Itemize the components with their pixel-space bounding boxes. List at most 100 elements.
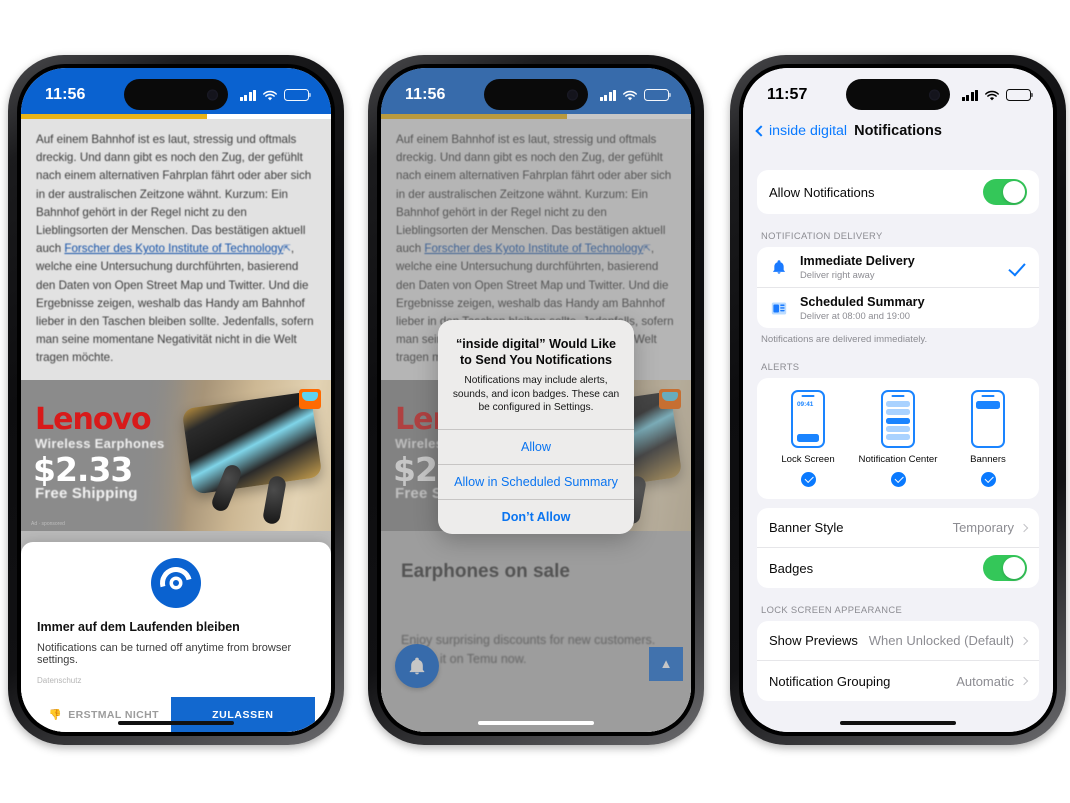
delivery-footer-text: Notifications are delivered immediately. — [761, 334, 928, 345]
banner-style-label: Banner Style — [769, 520, 844, 535]
settings-body: Allow Notifications NOTIFICATION DELIVER… — [743, 152, 1053, 732]
badges-label: Badges — [769, 560, 814, 576]
notification-center-label: Notification Center — [858, 454, 938, 465]
banner-style-row[interactable]: Banner Style Temporary — [757, 508, 1039, 548]
show-previews-value: When Unlocked (Default) — [868, 633, 1014, 648]
home-indicator[interactable] — [840, 720, 956, 725]
lenovo-ad-banner[interactable]: Lenovo Wireless Earphones $2.33 Free Shi… — [21, 379, 331, 531]
show-previews-row[interactable]: Show Previews When Unlocked (Default) — [757, 621, 1039, 661]
prompt-description: Notifications can be turned off anytime … — [37, 642, 292, 666]
signal-icon — [239, 89, 256, 101]
front-camera-icon — [929, 89, 940, 100]
notification-grouping-label: Notification Grouping — [769, 673, 891, 689]
alert-option-banners[interactable]: Banners — [943, 390, 1032, 487]
phone-2-bezel: 11:56 Auf einem Bahnhof ist es laut, str… — [377, 64, 695, 736]
battery-icon — [284, 89, 309, 101]
home-indicator[interactable] — [118, 720, 234, 725]
allow-notifications-toggle[interactable] — [983, 179, 1027, 205]
notification-center-icon — [881, 390, 915, 448]
privacy-link[interactable]: Datenschutz — [37, 676, 315, 685]
immediate-delivery-title: Immediate Delivery — [800, 254, 915, 268]
phone-2: 11:56 Auf einem Bahnhof ist es laut, str… — [368, 55, 704, 745]
alerts-header: ALERTS — [761, 361, 800, 372]
front-camera-icon — [567, 89, 578, 100]
back-button[interactable]: inside digital — [755, 123, 848, 139]
ad-price: $2.33 — [33, 449, 133, 489]
allow-notifications-label: Allow Notifications — [769, 184, 875, 200]
ad-disclaimer: Ad · sponsored — [31, 520, 65, 527]
ad-shipping: Free Shipping — [35, 484, 138, 502]
dialog-scheduled-summary-button[interactable]: Allow in Scheduled Summary — [438, 463, 634, 499]
decline-button[interactable]: 👎 ERSTMAL NICHT — [37, 697, 171, 732]
ios-settings-screen: 11:57 Notifications inside digital Allow… — [743, 68, 1053, 732]
signal-icon — [961, 89, 978, 101]
decline-button-label: ERSTMAL NICHT — [68, 708, 159, 721]
notification-grouping-value: Automatic — [956, 673, 1014, 689]
notification-grouping-row[interactable]: Notification Grouping Automatic — [757, 661, 1039, 701]
dialog-dont-allow-button[interactable]: Don’t Allow — [438, 498, 634, 534]
badges-toggle[interactable] — [983, 555, 1027, 581]
accept-button[interactable]: ZULASSEN — [170, 697, 315, 732]
dialog-title: “inside digital” Would Like to Send You … — [456, 337, 616, 367]
immediate-delivery-subtitle: Deliver right away — [800, 269, 875, 280]
immediate-delivery-text: Immediate Delivery Deliver right away — [800, 254, 998, 280]
lock-screen-appearance-header: LOCK SCREEN APPEARANCE — [761, 604, 903, 615]
notification-center-check-icon[interactable] — [890, 472, 906, 487]
ad-advertiser-logo — [299, 388, 321, 409]
signal-icon — [599, 89, 616, 101]
lock-screen-bar — [797, 434, 819, 442]
banners-check-icon[interactable] — [980, 472, 996, 487]
prompt-actions: 👎 ERSTMAL NICHT ZULASSEN — [37, 697, 315, 732]
scheduled-summary-row[interactable]: Scheduled Summary Deliver at 08:00 and 1… — [757, 288, 1039, 328]
status-clock-3: 11:57 — [767, 86, 808, 103]
back-button-label: inside digital — [769, 123, 848, 139]
allow-notifications-group: Allow Notifications — [757, 170, 1039, 214]
article-paragraph-2: , welche eine Untersuchung durchführten,… — [36, 242, 314, 365]
scheduled-summary-text: Scheduled Summary Deliver at 08:00 and 1… — [800, 295, 1027, 321]
ad-subtitle: Wireless Earphones — [35, 435, 165, 451]
allow-notifications-row[interactable]: Allow Notifications — [757, 170, 1039, 214]
ad-brand: Lenovo — [35, 401, 152, 437]
dynamic-island — [846, 79, 950, 110]
banner-settings-group: Banner Style Temporary Badges — [757, 508, 1039, 588]
front-camera-icon — [207, 89, 218, 100]
battery-icon — [1006, 89, 1031, 101]
chevron-right-icon — [1019, 636, 1029, 645]
alert-option-notification-center[interactable]: Notification Center — [853, 390, 942, 487]
badges-row[interactable]: Badges — [757, 548, 1039, 588]
phone-1: 11:56 Auf einem Bahnhof ist es laut, str… — [8, 55, 344, 745]
chevron-left-icon — [755, 125, 767, 137]
alert-option-lock-screen[interactable]: 09:41 Lock Screen — [763, 390, 852, 487]
phone-3-bezel: 11:57 Notifications inside digital Allow… — [739, 64, 1057, 736]
home-indicator[interactable] — [478, 720, 594, 725]
article-text: Auf einem Bahnhof ist es laut, stressig … — [21, 119, 331, 372]
chevron-right-icon — [1019, 523, 1029, 532]
status-clock-2: 11:56 — [405, 86, 446, 103]
notification-delivery-group: Immediate Delivery Deliver right away Sc… — [757, 247, 1039, 328]
wifi-icon — [262, 89, 278, 101]
article-link[interactable]: Forscher des Kyoto Institute of Technolo… — [64, 242, 283, 255]
dynamic-island — [124, 79, 228, 110]
dialog-allow-button[interactable]: Allow — [438, 428, 634, 464]
summary-icon — [769, 301, 789, 316]
dynamic-island — [484, 79, 588, 110]
browser-notification-prompt: Immer auf dem Laufenden bleiben Notifica… — [21, 542, 331, 732]
scheduled-summary-title: Scheduled Summary — [800, 295, 925, 309]
wifi-icon — [984, 89, 1000, 101]
immediate-delivery-row[interactable]: Immediate Delivery Deliver right away — [757, 247, 1039, 288]
lock-screen-icon: 09:41 — [791, 390, 825, 448]
ios-permission-dialog: “inside digital” Would Like to Send You … — [438, 320, 634, 534]
lock-screen-check-icon[interactable] — [800, 472, 816, 487]
navigation-bar: Notifications inside digital — [743, 114, 1053, 148]
wifi-icon — [622, 89, 638, 101]
lock-screen-label: Lock Screen — [781, 454, 835, 465]
battery-icon — [644, 89, 669, 101]
dialog-message: Notifications may include alerts, sounds… — [452, 375, 620, 414]
show-previews-value-wrap: When Unlocked (Default) — [868, 633, 1029, 648]
banners-icon — [971, 390, 1005, 448]
phone-2-screen: 11:56 Auf einem Bahnhof ist es laut, str… — [381, 68, 691, 732]
phone-1-bezel: 11:56 Auf einem Bahnhof ist es laut, str… — [17, 64, 335, 736]
article-paragraph-1: Auf einem Bahnhof ist es laut, stressig … — [36, 133, 312, 256]
scheduled-summary-subtitle: Deliver at 08:00 and 19:00 — [800, 310, 910, 321]
phone-3: 11:57 Notifications inside digital Allow… — [730, 55, 1066, 745]
